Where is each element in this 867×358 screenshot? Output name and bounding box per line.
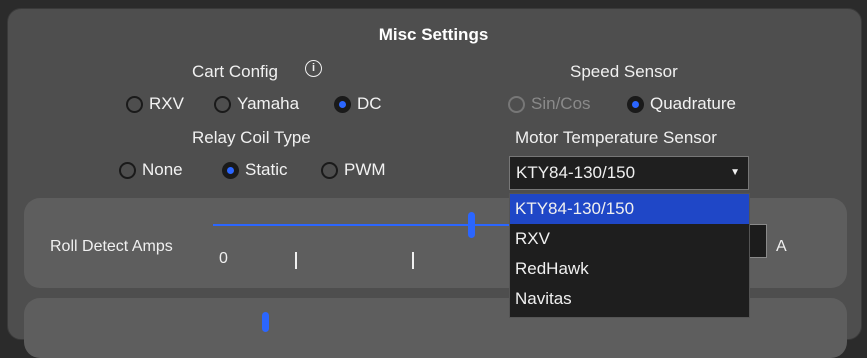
roll-detect-label: Roll Detect Amps: [50, 238, 173, 255]
speed-sensor-label: Speed Sensor: [570, 62, 678, 81]
roll-detect-slider-track[interactable]: [213, 224, 510, 226]
radio-static[interactable]: Static: [222, 160, 288, 180]
radio-rxv[interactable]: RXV: [126, 94, 184, 114]
dropdown-option[interactable]: Navitas: [510, 284, 749, 314]
info-icon[interactable]: i: [305, 60, 322, 77]
radio-circle-icon: [214, 95, 231, 113]
radio-circle-icon: [508, 95, 525, 113]
radio-label: Sin/Cos: [531, 94, 591, 113]
radio-none[interactable]: None: [119, 160, 183, 180]
radio-circle-icon: [321, 161, 338, 179]
select-value: KTY84-130/150: [516, 163, 636, 182]
radio-checked-icon: [222, 161, 239, 179]
radio-label: Yamaha: [237, 94, 300, 113]
relay-coil-label: Relay Coil Type: [192, 128, 311, 147]
roll-detect-amps-input[interactable]: [749, 224, 767, 258]
chevron-down-icon: ▼: [730, 167, 740, 178]
radio-label: RXV: [149, 94, 184, 113]
scale-tick: [412, 252, 414, 269]
panel-title: Misc Settings: [378, 25, 489, 44]
amps-unit-label: A: [776, 238, 787, 255]
radio-yamaha[interactable]: Yamaha: [214, 94, 299, 114]
radio-label: PWM: [344, 160, 386, 179]
radio-checked-icon: [627, 95, 644, 113]
scale-tick: [295, 252, 297, 269]
radio-circle-icon: [119, 161, 136, 179]
motor-temp-dropdown-list[interactable]: KTY84-130/150 RXV RedHawk Navitas: [509, 193, 750, 318]
radio-label: Static: [245, 160, 288, 179]
radio-dc[interactable]: DC: [334, 94, 382, 114]
radio-quadrature[interactable]: Quadrature: [627, 94, 736, 114]
radio-pwm[interactable]: PWM: [321, 160, 386, 180]
radio-checked-icon: [334, 95, 351, 113]
scale-min-label: 0: [219, 250, 228, 267]
radio-label: Quadrature: [650, 94, 736, 113]
dropdown-option[interactable]: RXV: [510, 224, 749, 254]
roll-detect-slider-thumb[interactable]: [468, 212, 475, 238]
cart-config-label: Cart Config: [192, 62, 278, 81]
radio-sin-cos: Sin/Cos: [508, 94, 591, 114]
radio-label: DC: [357, 94, 382, 113]
motor-temp-select[interactable]: KTY84-130/150 ▼: [509, 156, 749, 190]
dropdown-option[interactable]: KTY84-130/150: [510, 194, 749, 224]
radio-label: None: [142, 160, 183, 179]
motor-temp-label: Motor Temperature Sensor: [515, 128, 717, 147]
dropdown-option[interactable]: RedHawk: [510, 254, 749, 284]
second-slider-thumb[interactable]: [262, 312, 269, 332]
radio-circle-icon: [126, 95, 143, 113]
